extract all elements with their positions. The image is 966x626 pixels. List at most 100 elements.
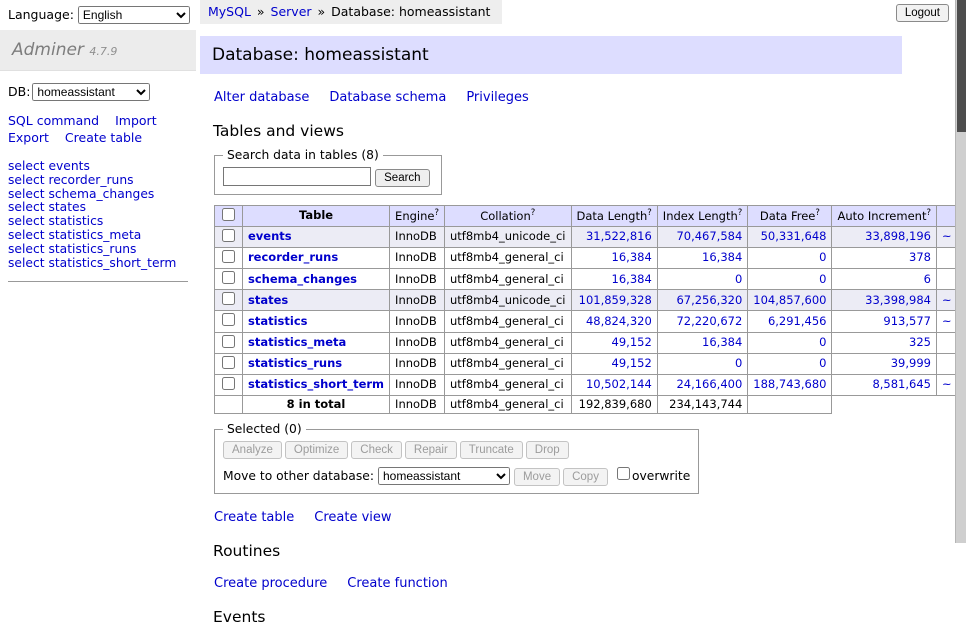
sidebar-table-link[interactable]: select statistics_runs bbox=[8, 243, 188, 257]
row-checkbox[interactable] bbox=[222, 377, 235, 390]
table-name-link[interactable]: events bbox=[248, 229, 292, 243]
auto-increment-link[interactable]: 325 bbox=[909, 335, 931, 349]
data-length-link[interactable]: 31,522,816 bbox=[586, 229, 652, 243]
sidebar-table-link[interactable]: select statistics bbox=[8, 215, 188, 229]
logout-button[interactable] bbox=[896, 4, 949, 22]
data-length-link[interactable]: 101,859,328 bbox=[579, 293, 652, 307]
table-name-link[interactable]: statistics_runs bbox=[248, 356, 342, 370]
db-action-link[interactable]: Privileges bbox=[466, 90, 529, 105]
breadcrumb-link[interactable]: MySQL bbox=[208, 4, 251, 19]
data-free-link[interactable]: 0 bbox=[819, 356, 826, 370]
sidebar-nav-link[interactable]: Import bbox=[115, 113, 157, 128]
auto-increment-link[interactable]: 6 bbox=[924, 272, 931, 286]
row-checkbox[interactable] bbox=[222, 356, 235, 369]
sidebar-table-link[interactable]: select recorder_runs bbox=[8, 174, 188, 188]
table-name-link[interactable]: recorder_runs bbox=[248, 250, 338, 264]
sidebar-table-link[interactable]: select events bbox=[8, 160, 188, 174]
truncate-button[interactable] bbox=[460, 441, 523, 459]
row-checkbox[interactable] bbox=[222, 335, 235, 348]
drop-button[interactable] bbox=[526, 441, 569, 459]
scrollbar-thumb[interactable] bbox=[957, 0, 966, 132]
data-length-link[interactable]: 49,152 bbox=[612, 335, 652, 349]
row-checkbox[interactable] bbox=[222, 313, 235, 326]
search-input[interactable] bbox=[223, 167, 371, 186]
move-db-select[interactable]: homeassistant bbox=[378, 467, 510, 485]
auto-increment-link[interactable]: 39,999 bbox=[891, 356, 931, 370]
overwrite-checkbox[interactable] bbox=[617, 467, 630, 480]
index-length-link[interactable]: 0 bbox=[735, 356, 742, 370]
sidebar-table-link[interactable]: select states bbox=[8, 201, 188, 215]
routine-link[interactable]: Create procedure bbox=[214, 576, 327, 591]
column-help-link[interactable]: ? bbox=[531, 208, 536, 218]
column-help-link[interactable]: ? bbox=[647, 208, 652, 218]
column-header: Index Length? bbox=[657, 205, 748, 226]
column-help-link[interactable]: ? bbox=[434, 208, 439, 218]
data-length-link[interactable]: 10,502,144 bbox=[586, 377, 652, 391]
routine-link[interactable]: Create function bbox=[347, 576, 447, 591]
index-length-link[interactable]: 16,384 bbox=[702, 250, 742, 264]
language-select[interactable]: English bbox=[78, 6, 190, 24]
sidebar-nav-row: Export Create table bbox=[8, 130, 188, 147]
row-checkbox[interactable] bbox=[222, 271, 235, 284]
data-free-link[interactable]: 0 bbox=[819, 335, 826, 349]
sidebar-nav-link[interactable]: Create table bbox=[65, 130, 142, 145]
data-free-link[interactable]: 188,743,680 bbox=[753, 377, 826, 391]
data-length-link[interactable]: 16,384 bbox=[612, 272, 652, 286]
data-free-link[interactable]: 0 bbox=[819, 250, 826, 264]
create-link[interactable]: Create view bbox=[314, 510, 391, 525]
row-checkbox[interactable] bbox=[222, 292, 235, 305]
index-length-link[interactable]: 0 bbox=[735, 272, 742, 286]
db-select[interactable]: homeassistant bbox=[32, 83, 150, 101]
move-button[interactable] bbox=[514, 468, 560, 486]
index-length-link[interactable]: 70,467,584 bbox=[676, 229, 742, 243]
table-name-link[interactable]: states bbox=[248, 293, 288, 307]
auto-increment-link[interactable]: 33,898,196 bbox=[865, 229, 931, 243]
auto-increment-link[interactable]: 33,398,984 bbox=[865, 293, 931, 307]
sidebar-table-link[interactable]: select schema_changes bbox=[8, 188, 188, 202]
sidebar-nav-link[interactable]: Export bbox=[8, 130, 49, 145]
data-free-link[interactable]: 6,291,456 bbox=[768, 314, 827, 328]
select-all-checkbox[interactable] bbox=[222, 208, 235, 221]
table-name-link[interactable]: statistics_short_term bbox=[248, 377, 384, 391]
data-length-link[interactable]: 16,384 bbox=[612, 250, 652, 264]
table-name-link[interactable]: statistics_meta bbox=[248, 335, 346, 349]
search-button[interactable] bbox=[375, 169, 429, 187]
analyze-button[interactable] bbox=[223, 441, 282, 459]
header-row: TableEngine?Collation?Data Length?Index … bbox=[215, 205, 966, 226]
row-checkbox[interactable] bbox=[222, 229, 235, 242]
column-help-link[interactable]: ? bbox=[815, 208, 820, 218]
index-length-link[interactable]: 16,384 bbox=[702, 335, 742, 349]
index-length-link[interactable]: 24,166,400 bbox=[676, 377, 742, 391]
optimize-button[interactable] bbox=[285, 441, 348, 459]
table-row: statesInnoDButf8mb4_unicode_ci101,859,32… bbox=[215, 290, 966, 311]
scrollbar[interactable] bbox=[955, 0, 966, 543]
check-button[interactable] bbox=[351, 441, 402, 459]
sidebar-nav-link[interactable]: SQL command bbox=[8, 113, 99, 128]
data-free-link[interactable]: 50,331,648 bbox=[761, 229, 827, 243]
table-name-link[interactable]: schema_changes bbox=[248, 272, 357, 286]
auto-increment-link[interactable]: 913,577 bbox=[883, 314, 931, 328]
sidebar-table-link[interactable]: select statistics_meta bbox=[8, 229, 188, 243]
table-name-link[interactable]: statistics bbox=[248, 314, 308, 328]
index-length-link[interactable]: 72,220,672 bbox=[676, 314, 742, 328]
db-action-link[interactable]: Alter database bbox=[214, 90, 309, 105]
column-help-link[interactable]: ? bbox=[738, 208, 743, 218]
auto-increment-link[interactable]: 8,581,645 bbox=[872, 377, 931, 391]
breadcrumb-link[interactable]: Server bbox=[271, 4, 312, 19]
db-action-link[interactable]: Database schema bbox=[329, 90, 446, 105]
data-length-link[interactable]: 48,824,320 bbox=[586, 314, 652, 328]
auto-increment-link[interactable]: 378 bbox=[909, 250, 931, 264]
data-free-link[interactable]: 104,857,600 bbox=[753, 293, 826, 307]
tables-overview: TableEngine?Collation?Data Length?Index … bbox=[214, 205, 966, 415]
repair-button[interactable] bbox=[405, 441, 457, 459]
table-name-cell: statistics_meta bbox=[243, 332, 390, 353]
sidebar-table-link[interactable]: select statistics_short_term bbox=[8, 257, 188, 271]
data-length-link[interactable]: 49,152 bbox=[612, 356, 652, 370]
index-length-link[interactable]: 67,256,320 bbox=[676, 293, 742, 307]
create-link[interactable]: Create table bbox=[214, 510, 294, 525]
data-free-link[interactable]: 0 bbox=[819, 272, 826, 286]
row-checkbox[interactable] bbox=[222, 250, 235, 263]
copy-button[interactable] bbox=[563, 468, 608, 486]
column-help-link[interactable]: ? bbox=[926, 208, 931, 218]
data-free-cell: 0 bbox=[748, 353, 832, 374]
